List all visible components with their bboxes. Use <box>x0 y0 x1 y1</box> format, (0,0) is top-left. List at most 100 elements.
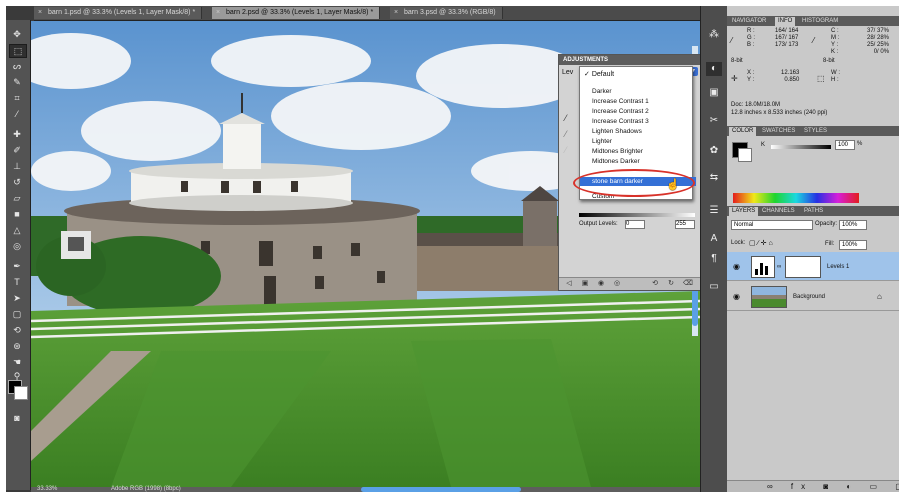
close-icon[interactable]: × <box>38 7 42 19</box>
navigator-dock-icon[interactable]: ⁂ <box>706 28 722 42</box>
visibility-eye-icon[interactable]: ◎ <box>613 280 621 288</box>
quick-select-icon[interactable]: ✎ <box>9 76 25 88</box>
move-icon[interactable]: ✥ <box>9 28 25 40</box>
back-arrow-icon[interactable]: ◁ <box>565 280 573 288</box>
tab-paths[interactable]: PATHS <box>801 207 826 216</box>
zoom-level[interactable]: 33.33% <box>37 486 57 492</box>
layer-levels-1[interactable]: ◉ ∞ Levels 1 <box>727 252 899 281</box>
history-brush-icon[interactable]: ↺ <box>9 176 25 188</box>
color-panel-tabs: COLOR SWATCHES STYLES <box>727 126 899 136</box>
eyedropper-icon[interactable]: ⁄ <box>9 108 25 120</box>
tab-label: barn 1.psd @ 33.3% (Levels 1, Layer Mask… <box>48 9 196 16</box>
eyedropper-black-icon[interactable]: ⁄ <box>565 113 567 123</box>
rgb-labels: R :G :B : <box>747 28 756 48</box>
healing-icon[interactable]: ✚ <box>9 128 25 140</box>
tab-barn-1[interactable]: × barn 1.psd @ 33.3% (Levels 1, Layer Ma… <box>34 7 203 19</box>
tools-preset-dock-icon[interactable]: ✂ <box>706 114 722 128</box>
type-icon[interactable]: T <box>9 276 25 288</box>
quick-mask-icon[interactable]: ◙ <box>9 412 25 424</box>
adjustments-dock-icon[interactable]: ◐ <box>706 62 722 76</box>
eyedropper-white-icon[interactable]: ⁄ <box>565 145 567 155</box>
preset-increase-contrast-2[interactable]: Increase Contrast 2 <box>592 108 649 115</box>
preset-increase-contrast-3[interactable]: Increase Contrast 3 <box>592 118 649 125</box>
preset-lighten-shadows[interactable]: Lighten Shadows <box>592 128 642 135</box>
visibility-eye-icon[interactable]: ◉ <box>733 262 740 271</box>
3d-orbit-icon[interactable]: ⊛ <box>9 340 25 352</box>
color-bg-swatch[interactable] <box>738 148 752 162</box>
eyedropper-cmyk-icon: ⁄ <box>813 36 815 45</box>
preset-midtones-darker[interactable]: Midtones Darker <box>592 158 640 165</box>
output-min-field[interactable]: 0 <box>625 220 645 229</box>
preset-midtones-brighter[interactable]: Midtones Brighter <box>592 148 643 155</box>
3d-rotate-icon[interactable]: ⟲ <box>9 324 25 336</box>
paragraph-dock-icon[interactable]: ¶ <box>706 252 722 266</box>
cursor-hand-icon: ☝ <box>666 179 680 191</box>
doc-size: Doc: 18.0M/18.0M <box>731 102 781 108</box>
path-select-icon[interactable]: ➤ <box>9 292 25 304</box>
tab-navigator[interactable]: NAVIGATOR <box>729 17 769 26</box>
close-icon[interactable]: × <box>216 7 220 19</box>
preset-darker[interactable]: Darker <box>592 88 612 95</box>
crosshair-icon: ✛ <box>731 74 738 83</box>
tab-styles[interactable]: STYLES <box>801 127 830 136</box>
brush-icon[interactable]: ✐ <box>9 144 25 156</box>
brushes-dock-icon[interactable]: ✿ <box>706 144 722 158</box>
shape-icon[interactable]: ▢ <box>9 308 25 320</box>
tab-layers[interactable]: LAYERS <box>729 207 759 216</box>
horizontal-scrollbar-thumb[interactable] <box>361 487 521 492</box>
layers-footer: ∞ fx ◙ ◐ ▭ ▢ ⌫ <box>727 480 899 492</box>
fill-field[interactable]: 100% <box>839 240 867 250</box>
photoshop-window: × barn 1.psd @ 33.3% (Levels 1, Layer Ma… <box>6 6 899 492</box>
layer-background[interactable]: ◉ Background ⌂ <box>727 282 899 311</box>
visibility-eye-icon[interactable]: ◉ <box>733 292 740 301</box>
marquee-icon[interactable]: ⬚ <box>9 44 27 58</box>
document-profile: Adobe RGB (1998) (8bpc) <box>111 486 181 492</box>
lock-icon: ⌂ <box>877 292 882 301</box>
pen-icon[interactable]: ✒ <box>9 260 25 272</box>
close-icon[interactable]: × <box>394 7 398 19</box>
eyedropper-gray-icon[interactable]: ⁄ <box>565 129 567 139</box>
tab-histogram[interactable]: HISTOGRAM <box>799 17 841 26</box>
opacity-field[interactable]: 100% <box>839 220 867 230</box>
k-value-field[interactable]: 100 <box>835 140 855 150</box>
clone-source-dock-icon[interactable]: ⇆ <box>706 171 722 185</box>
document-tab-bar: × barn 1.psd @ 33.3% (Levels 1, Layer Ma… <box>34 6 734 21</box>
tab-info[interactable]: INFO <box>775 17 796 26</box>
output-max-field[interactable]: 255 <box>675 220 695 229</box>
tab-swatches[interactable]: SWATCHES <box>759 127 798 136</box>
preset-default[interactable]: ✓ Default <box>584 70 614 78</box>
actions-dock-icon[interactable]: ☰ <box>706 204 722 218</box>
lock-icons[interactable]: ▢ ∕ ✛ ⌂ <box>749 239 773 247</box>
tab-color[interactable]: COLOR <box>729 127 757 136</box>
k-slider[interactable] <box>771 145 831 149</box>
lasso-icon[interactable]: ᔕ <box>9 60 25 72</box>
previous-state-icon[interactable]: ⟲ <box>651 280 659 288</box>
masks-dock-icon[interactable]: ▣ <box>706 86 722 100</box>
eraser-icon[interactable]: ▱ <box>9 192 25 204</box>
blend-mode-select[interactable]: Normal <box>731 220 813 230</box>
tab-barn-3[interactable]: × barn 3.psd @ 33.3% (RGB/8) <box>390 7 503 19</box>
preset-lighter[interactable]: Lighter <box>592 138 612 145</box>
reset-icon[interactable]: ↻ <box>667 280 675 288</box>
right-panels: NAVIGATOR INFO HISTOGRAM ⁄ R :G :B : 164… <box>727 6 899 492</box>
character-dock-icon[interactable]: A <box>706 232 722 246</box>
blur-icon[interactable]: △ <box>9 224 25 236</box>
layers-footer-icons[interactable]: ∞ fx ◙ ◐ ▭ ▢ ⌫ <box>767 482 899 491</box>
layer-mask-thumbnail[interactable] <box>785 256 821 278</box>
color-spectrum-ramp[interactable] <box>733 193 859 203</box>
gradient-icon[interactable]: ■ <box>9 208 25 220</box>
hand-icon[interactable]: ☚ <box>9 356 25 368</box>
expand-view-icon[interactable]: ▣ <box>581 280 589 288</box>
trash-icon[interactable]: ⌫ <box>683 280 693 288</box>
cmyk-labels: C :M :Y :K : <box>831 28 840 55</box>
clip-layer-icon[interactable]: ◉ <box>597 280 605 288</box>
tab-channels[interactable]: CHANNELS <box>759 207 798 216</box>
preset-increase-contrast-1[interactable]: Increase Contrast 1 <box>592 98 649 105</box>
crop-icon[interactable]: ⌗ <box>9 92 25 104</box>
stamp-icon[interactable]: ⊥ <box>9 160 25 172</box>
background-color-swatch[interactable] <box>14 386 28 400</box>
layer-comps-dock-icon[interactable]: ▭ <box>706 280 722 294</box>
tab-label: barn 2.psd @ 33.3% (Levels 1, Layer Mask… <box>226 9 374 16</box>
dodge-icon[interactable]: ◎ <box>9 240 25 252</box>
tab-barn-2[interactable]: × barn 2.psd @ 33.3% (Levels 1, Layer Ma… <box>212 7 381 19</box>
